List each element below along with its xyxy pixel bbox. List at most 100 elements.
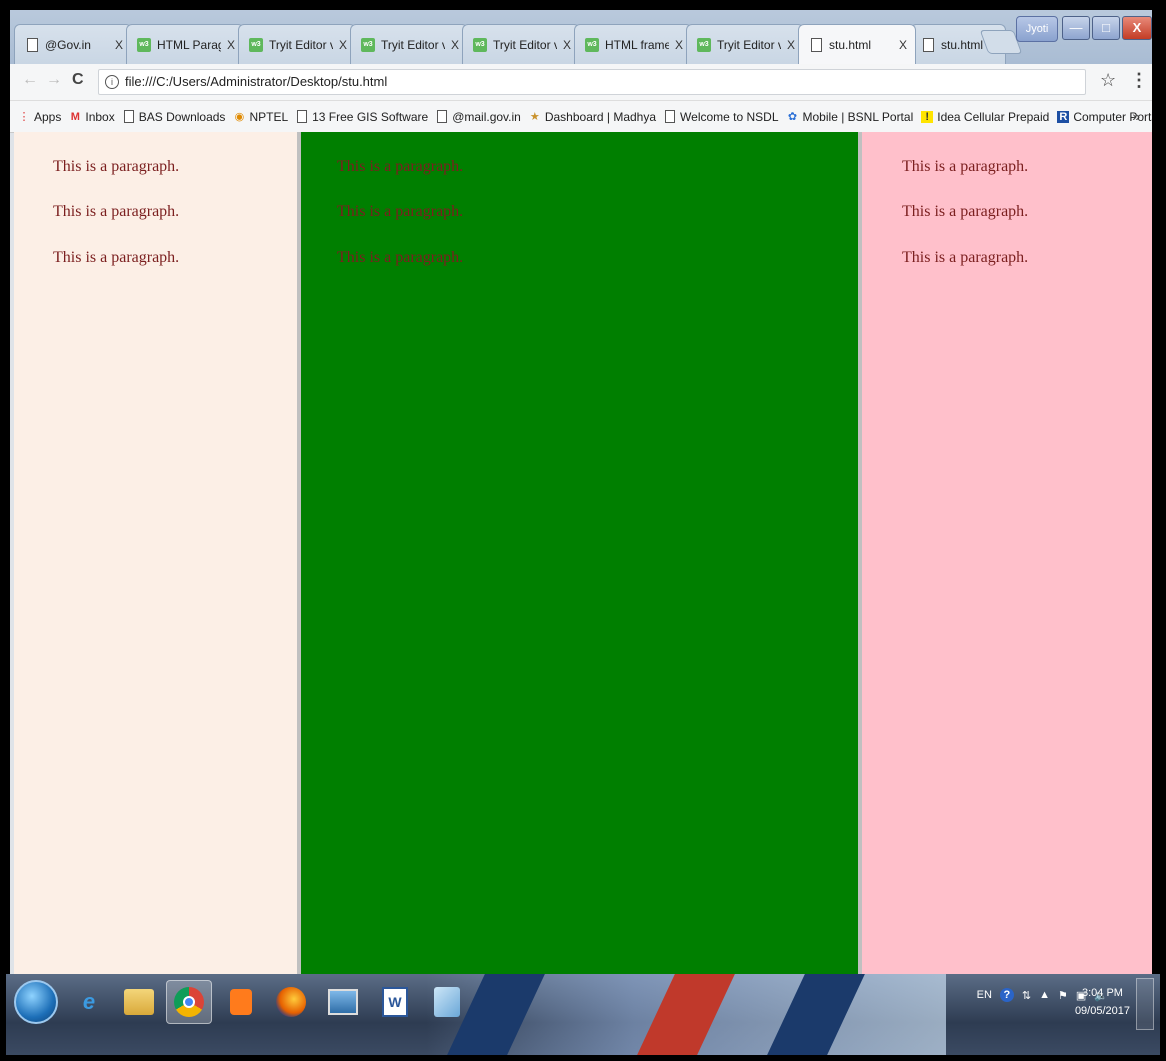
tab-close-icon[interactable]: X (227, 38, 235, 52)
bookmark-bas-downloads[interactable]: BAS Downloads (123, 110, 225, 124)
clock-date: 09/05/2017 (1074, 1005, 1130, 1017)
doc-icon (436, 110, 448, 123)
back-arrow-icon[interactable]: ← (22, 71, 38, 89)
help-icon[interactable]: ? (999, 988, 1014, 1002)
r-icon: R (1057, 110, 1070, 123)
doc-icon (296, 110, 308, 123)
bookmark-gis-software[interactable]: 13 Free GIS Software (296, 110, 428, 124)
bookmarks-overflow-icon[interactable]: » (1132, 108, 1140, 124)
show-hidden-icons-icon[interactable]: ▲ (1039, 989, 1050, 1001)
bookmark-idea[interactable]: ! Idea Cellular Prepaid (921, 110, 1049, 124)
tab-close-icon[interactable]: X (563, 38, 571, 52)
gmail-icon: M (70, 110, 80, 123)
tab-close-icon[interactable]: X (339, 38, 347, 52)
bookmark-mail-gov[interactable]: @mail.gov.in (436, 110, 521, 124)
bookmark-inbox[interactable]: M Inbox (69, 110, 115, 124)
paragraph: This is a paragraph. (53, 158, 180, 175)
reload-icon[interactable]: C (72, 71, 84, 89)
chrome-icon[interactable] (166, 980, 212, 1024)
tab-strip: @Gov.in X w3 HTML Parag X w3 Tryit Edito… (10, 10, 1152, 64)
address-bar[interactable]: i file:///C:/Users/Administrator/Desktop… (98, 69, 1086, 95)
tab-tryit-4[interactable]: w3 Tryit Editor v X (686, 24, 804, 64)
w3schools-icon: w3 (249, 37, 263, 52)
w3schools-icon: w3 (361, 37, 375, 52)
forward-arrow-icon[interactable]: → (46, 71, 62, 89)
action-center-flag-icon[interactable]: ⚑ (1058, 989, 1068, 1002)
word-icon[interactable]: W (372, 980, 418, 1024)
tab-title: Tryit Editor v (493, 37, 557, 52)
document-icon (809, 37, 823, 52)
bookmark-nsdl[interactable]: Welcome to NSDL (664, 110, 779, 124)
minimize-button[interactable]: — (1062, 16, 1090, 40)
media-player-icon[interactable] (218, 980, 264, 1024)
paragraph: This is a paragraph. (902, 249, 1029, 266)
tab-title: HTML frame (605, 37, 669, 52)
tab-stu-active[interactable]: stu.html X (798, 24, 916, 64)
file-explorer-icon[interactable] (116, 980, 162, 1024)
tab-close-icon[interactable]: X (115, 38, 123, 52)
tab-close-icon[interactable]: X (675, 38, 683, 52)
paragraph: This is a paragraph. (337, 158, 464, 175)
bookmarks-bar: ⋮ Apps M Inbox BAS Downloads ◉ NPTEL 13 Fre… (10, 101, 1152, 133)
w3schools-icon: w3 (585, 37, 599, 52)
clock-time: 3:04 PM (1081, 987, 1123, 999)
desktop-screen: @Gov.in X w3 HTML Parag X w3 Tryit Edito… (6, 6, 1160, 1055)
tab-title: stu.html (941, 37, 983, 52)
tab-title: Tryit Editor v (269, 37, 333, 52)
paragraph: This is a paragraph. (337, 249, 464, 266)
tab-title: HTML Parag (157, 37, 221, 52)
tab-html-frame[interactable]: w3 HTML frame X (574, 24, 692, 64)
windows-taskbar: e W EN ? ⇅ ▲ ⚑ ▣ 🔈 3:04 PM 09/05/2017 (6, 974, 1160, 1055)
start-button[interactable] (14, 980, 58, 1024)
tab-tryit-1[interactable]: w3 Tryit Editor v X (238, 24, 356, 64)
paragraph: This is a paragraph. (53, 203, 180, 220)
frame-right: This is a paragraph. This is a paragraph… (862, 132, 1152, 974)
bookmark-nptel[interactable]: ◉ NPTEL (233, 110, 289, 124)
internet-explorer-icon[interactable]: e (66, 980, 112, 1024)
chrome-window: @Gov.in X w3 HTML Parag X w3 Tryit Edito… (10, 10, 1152, 974)
info-icon[interactable]: i (105, 75, 119, 89)
w3schools-icon: w3 (697, 37, 711, 52)
close-window-button[interactable]: X (1122, 16, 1152, 40)
tab-title: Tryit Editor v (381, 37, 445, 52)
tab-close-icon[interactable]: X (787, 38, 795, 52)
app-icon[interactable] (424, 980, 470, 1024)
tab-close-icon[interactable]: X (451, 38, 459, 52)
tab-close-icon[interactable]: X (899, 38, 907, 52)
doc-icon (123, 110, 135, 123)
tab-tryit-3[interactable]: w3 Tryit Editor v X (462, 24, 580, 64)
w3schools-icon: w3 (473, 37, 487, 52)
menu-kebab-icon[interactable]: ⋮ (1130, 70, 1148, 91)
frame-left: This is a paragraph. This is a paragraph… (14, 132, 297, 974)
photo-viewer-icon[interactable] (320, 980, 366, 1024)
emblem-icon: ★ (529, 111, 540, 123)
tab-title: stu.html (829, 37, 872, 52)
network-icon[interactable]: ⇅ (1022, 989, 1031, 1002)
frame-middle: This is a paragraph. This is a paragraph… (297, 132, 862, 974)
tab-gov[interactable]: @Gov.in X (14, 24, 132, 64)
bookmark-apps[interactable]: ⋮ Apps (18, 110, 62, 124)
tab-title: @Gov.in (45, 37, 91, 52)
tab-title: Tryit Editor v (717, 37, 781, 52)
tab-tryit-2[interactable]: w3 Tryit Editor v X (350, 24, 468, 64)
bsnl-icon: ✿ (787, 111, 798, 123)
maximize-button[interactable]: □ (1092, 16, 1120, 40)
page-content: This is a paragraph. This is a paragraph… (10, 132, 1152, 974)
apps-grid-icon: ⋮ (18, 111, 30, 123)
bookmark-bsnl[interactable]: ✿ Mobile | BSNL Portal (787, 110, 913, 124)
address-toolbar: ← → C i file:///C:/Users/Administrator/D… (10, 64, 1152, 101)
paragraph: This is a paragraph. (902, 158, 1029, 175)
bookmark-star-icon[interactable]: ☆ (1100, 70, 1116, 91)
nptel-icon: ◉ (234, 111, 245, 123)
w3schools-icon: w3 (137, 37, 151, 52)
language-indicator[interactable]: EN (977, 989, 992, 1001)
firefox-icon[interactable] (268, 980, 314, 1024)
tab-html-paragraph[interactable]: w3 HTML Parag X (126, 24, 244, 64)
paragraph: This is a paragraph. (337, 203, 464, 220)
bookmark-dashboard-madhya[interactable]: ★ Dashboard | Madhya (529, 110, 656, 124)
user-profile-button[interactable]: Jyoti (1016, 16, 1058, 42)
taskbar-clock[interactable]: 3:04 PM 09/05/2017 (1075, 984, 1130, 1020)
document-icon (921, 37, 935, 52)
paragraph: This is a paragraph. (53, 249, 180, 266)
show-desktop-button[interactable] (1136, 978, 1154, 1030)
